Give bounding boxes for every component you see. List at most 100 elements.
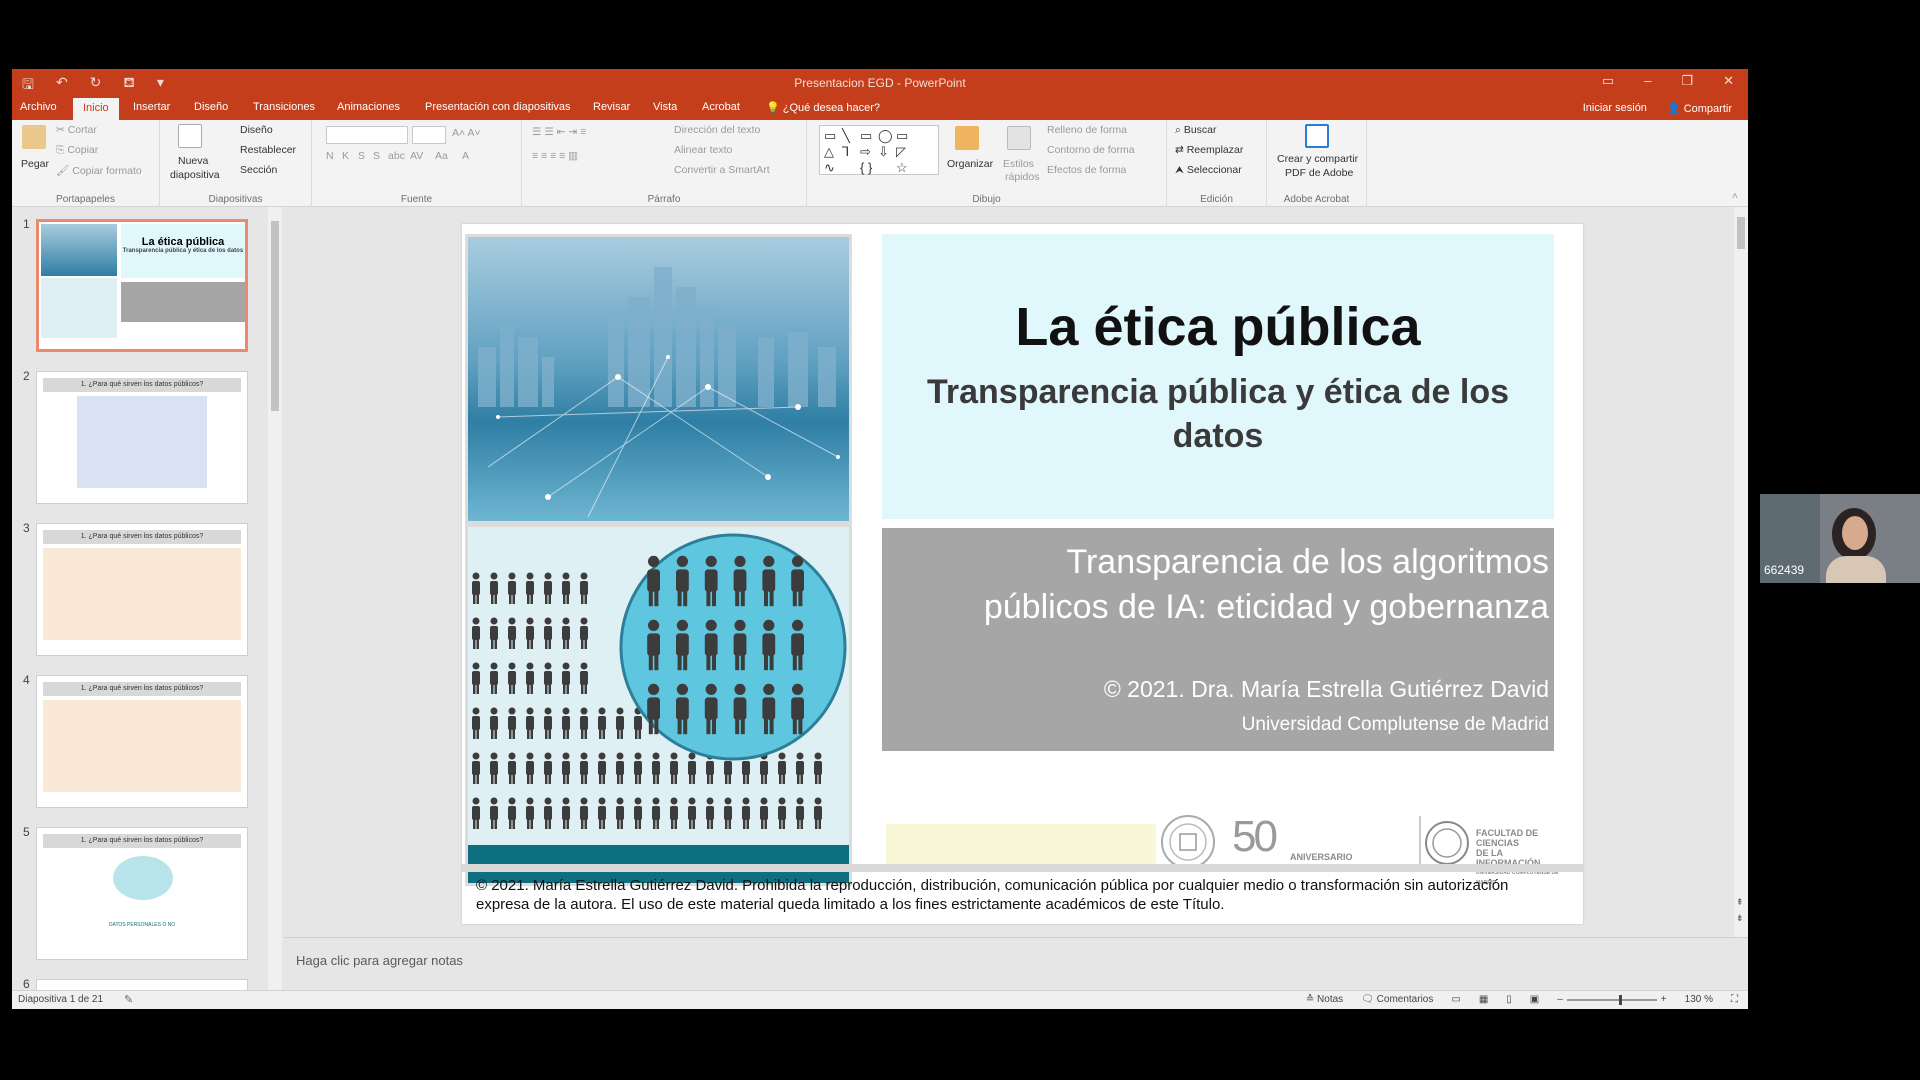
tab-acrobat[interactable]: Acrobat	[702, 101, 740, 113]
signin-link[interactable]: Iniciar sesión	[1583, 102, 1647, 115]
quick-styles-label-1[interactable]: Estilos	[1003, 158, 1034, 170]
comments-toggle[interactable]: 🗨 Comentarios	[1361, 994, 1433, 1005]
collapse-ribbon-icon[interactable]: ˄	[1732, 190, 1738, 202]
arrange-button[interactable]: Organizar	[947, 158, 993, 170]
section-button[interactable]: Sección	[240, 164, 277, 176]
brace-shape-icon[interactable]: { }	[860, 160, 872, 175]
tab-revisar[interactable]: Revisar	[593, 101, 630, 113]
reading-view-icon[interactable]: ▯	[1506, 994, 1512, 1005]
shadow-button[interactable]: S	[373, 150, 380, 162]
textbox-shape-icon[interactable]: ▭	[824, 128, 836, 144]
triangle-shape-icon[interactable]: △	[824, 144, 834, 160]
shapes-gallery[interactable]: ▭ ╲ ▭ ◯ ▭ △ ⅂ ⇨ ⇩ ◸ ∿ { } ☆	[819, 125, 939, 175]
thumbnail-slide-3[interactable]: 1. ¿Para qué sirven los datos públicos?	[36, 523, 248, 656]
arrow-right-shape-icon[interactable]: ⇨	[860, 144, 871, 160]
minimize-icon[interactable]: –	[1644, 73, 1651, 89]
shape-outline-button[interactable]: Contorno de forma	[1047, 144, 1135, 156]
thumbnail-slide-4[interactable]: 1. ¿Para qué sirven los datos públicos?	[36, 675, 248, 808]
create-pdf-label-2[interactable]: PDF de Adobe	[1285, 167, 1353, 179]
reset-button[interactable]: Restablecer	[240, 144, 296, 156]
zoom-handle[interactable]	[1618, 994, 1622, 1005]
create-pdf-label-1[interactable]: Crear y compartir	[1277, 153, 1358, 165]
info-box[interactable]: Transparencia de los algoritmos públicos…	[882, 528, 1554, 751]
tab-diseno[interactable]: Diseño	[194, 101, 228, 113]
layout-button[interactable]: Diseño	[240, 124, 273, 136]
strike-button[interactable]: abc	[388, 150, 405, 162]
align-text-button[interactable]: Alinear texto	[674, 144, 732, 156]
thumbnails-scrollbar[interactable]	[268, 207, 282, 990]
pdf-icon[interactable]	[1305, 124, 1329, 148]
quick-styles-icon[interactable]	[1007, 126, 1031, 150]
replace-button[interactable]: ⇄ Reemplazar	[1175, 144, 1243, 156]
editor-scrollbar-thumb[interactable]	[1737, 217, 1745, 249]
thumbnail-slide-1[interactable]: La ética pública Transparencia pública y…	[36, 219, 248, 352]
font-name-field[interactable]	[326, 126, 408, 144]
close-icon[interactable]: ✕	[1723, 73, 1734, 89]
thumbnail-slide-6[interactable]	[36, 979, 248, 990]
align-icons[interactable]: ≡ ≡ ≡ ≡ ▥	[532, 150, 578, 162]
tab-insertar[interactable]: Insertar	[133, 101, 170, 113]
normal-view-icon[interactable]: ▭	[1451, 994, 1460, 1005]
rounded-shape-icon[interactable]: ◸	[896, 144, 906, 160]
tab-vista[interactable]: Vista	[653, 101, 677, 113]
current-slide[interactable]: La ética pública Transparencia pública y…	[462, 224, 1583, 924]
italic-button[interactable]: K	[342, 150, 349, 162]
thumbnail-slide-2[interactable]: 1. ¿Para qué sirven los datos públicos?	[36, 371, 248, 504]
slide-sorter-icon[interactable]: ▦	[1479, 994, 1488, 1005]
tab-transiciones[interactable]: Transiciones	[253, 101, 315, 113]
share-button[interactable]: 👤 Compartir	[1667, 102, 1732, 115]
slideshow-icon[interactable]: ▣	[1530, 994, 1539, 1005]
oval-shape-icon[interactable]: ◯	[878, 128, 893, 144]
restore-icon[interactable]: ❐	[1681, 73, 1693, 89]
new-slide-label-1[interactable]: Nueva	[178, 155, 208, 167]
zoom-level[interactable]: 130 %	[1685, 994, 1713, 1005]
new-slide-label-2[interactable]: diapositiva	[170, 169, 220, 181]
font-grow-icon[interactable]: A˄ A˅	[452, 127, 481, 139]
tab-inicio[interactable]: Inicio	[73, 98, 119, 120]
tab-presentacion[interactable]: Presentación con diapositivas	[425, 101, 571, 113]
prev-slide-icon[interactable]: ⇞	[1736, 897, 1744, 908]
font-color-button[interactable]: A	[462, 150, 469, 162]
cut-button[interactable]: ✂ Cortar	[56, 124, 97, 136]
editor-scrollbar[interactable]: ⇞ ⇟	[1734, 207, 1748, 937]
rect2-shape-icon[interactable]: ▭	[896, 128, 908, 144]
find-button[interactable]: ⌕ Buscar	[1175, 124, 1217, 137]
zoom-slider[interactable]: – +	[1557, 994, 1666, 1005]
thumbnail-slide-5[interactable]: 1. ¿Para qué sirven los datos públicos? …	[36, 827, 248, 960]
smartart-button[interactable]: Convertir a SmartArt	[674, 164, 770, 176]
underline-button[interactable]: S	[358, 150, 365, 162]
copyright-notice[interactable]: © 2021. María Estrella Gutiérrez David. …	[476, 876, 1566, 914]
font-size-field[interactable]	[412, 126, 446, 144]
tab-archivo[interactable]: Archivo	[20, 101, 57, 113]
zoom-out-icon[interactable]: –	[1557, 994, 1563, 1005]
connector-shape-icon[interactable]: ⅂	[842, 144, 849, 160]
format-painter-button[interactable]: 🖌 Copiar formato	[56, 164, 142, 177]
line-shape-icon[interactable]: ╲	[842, 128, 850, 144]
ribbon-display-icon[interactable]: ▭	[1602, 73, 1614, 89]
zoom-track[interactable]	[1566, 994, 1657, 1005]
bullets-icon[interactable]: ☰ ☰ ⇤ ⇥ ≡	[532, 126, 586, 138]
notes-toggle[interactable]: ≙ Notas	[1306, 994, 1343, 1005]
select-button[interactable]: ⮝ Seleccionar	[1175, 164, 1242, 177]
new-slide-icon[interactable]	[178, 124, 202, 148]
paste-button[interactable]: Pegar	[21, 158, 49, 170]
text-direction-button[interactable]: Dirección del texto	[674, 124, 760, 136]
spacing-button[interactable]: AV	[410, 150, 423, 162]
paste-icon[interactable]	[22, 125, 46, 149]
arrange-icon[interactable]	[955, 126, 979, 150]
spellcheck-icon[interactable]: ✎	[124, 993, 133, 1006]
tell-me-box[interactable]: 💡 ¿Qué desea hacer?	[766, 101, 880, 114]
curve-shape-icon[interactable]: ∿	[824, 160, 835, 176]
zoom-in-icon[interactable]: +	[1661, 994, 1667, 1005]
notes-pane[interactable]: Haga clic para agregar notas	[284, 937, 1748, 990]
next-slide-icon[interactable]: ⇟	[1736, 913, 1744, 924]
bold-button[interactable]: N	[326, 150, 334, 162]
shape-fill-button[interactable]: Relleno de forma	[1047, 124, 1127, 136]
fit-slide-icon[interactable]: ⛶	[1731, 994, 1738, 1005]
shape-effects-button[interactable]: Efectos de forma	[1047, 164, 1126, 176]
case-button[interactable]: Aa	[435, 150, 448, 162]
tab-animaciones[interactable]: Animaciones	[337, 101, 400, 113]
star-shape-icon[interactable]: ☆	[896, 160, 908, 176]
quick-styles-label-2[interactable]: rápidos	[1005, 171, 1039, 183]
rect-shape-icon[interactable]: ▭	[860, 128, 872, 144]
